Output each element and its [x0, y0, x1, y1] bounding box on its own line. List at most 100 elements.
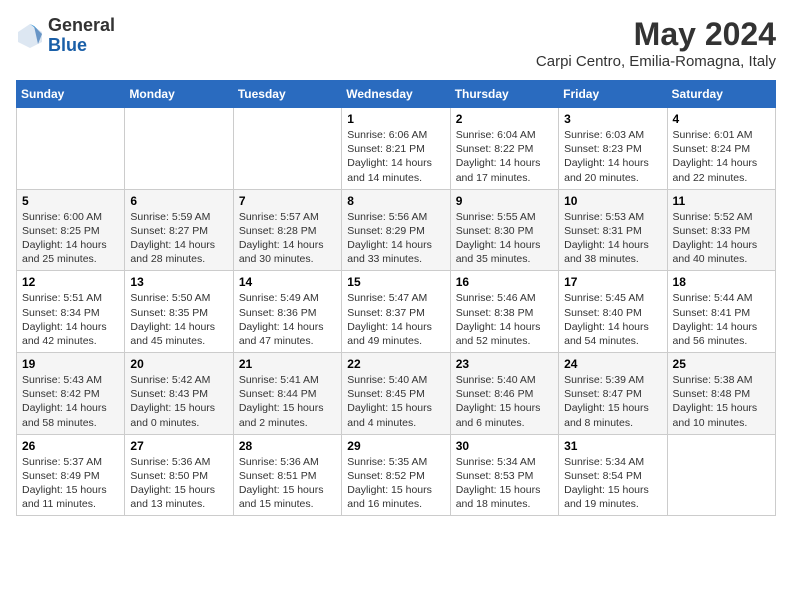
calendar-week-row: 1 Sunrise: 6:06 AMSunset: 8:21 PMDaylight…	[17, 108, 776, 190]
logo-icon	[16, 22, 44, 50]
day-number: 1	[347, 112, 444, 126]
day-number: 27	[130, 439, 227, 453]
calendar-cell: 31Sunrise: 5:34 AMSunset: 8:54 PMDayligh…	[559, 434, 667, 516]
day-number: 23	[456, 357, 553, 371]
calendar-cell: 3 Sunrise: 6:03 AMSunset: 8:23 PMDaylight…	[559, 108, 667, 190]
day-number: 4	[673, 112, 770, 126]
cell-content: Sunrise: 5:39 AMSunset: 8:47 PMDaylight:…	[564, 373, 661, 430]
calendar-cell: 27 Sunrise: 5:36 AMSunset: 8:50 PMDayligh…	[125, 434, 233, 516]
calendar-week-row: 26 Sunrise: 5:37 AMSunset: 8:49 PMDayligh…	[17, 434, 776, 516]
logo: General Blue	[16, 16, 115, 56]
cell-content: Sunrise: 5:51 AMSunset: 8:34 PMDaylight:…	[22, 291, 119, 348]
calendar-cell: 5Sunrise: 6:00 AMSunset: 8:25 PMDaylight…	[17, 189, 125, 271]
day-number: 12	[22, 275, 119, 289]
day-number: 24	[564, 357, 661, 371]
logo-general-text: General	[48, 16, 115, 36]
calendar-cell: 12 Sunrise: 5:51 AMSunset: 8:34 PMDayligh…	[17, 271, 125, 353]
day-number: 16	[456, 275, 553, 289]
calendar-cell: 11 Sunrise: 5:52 AMSunset: 8:33 PMDayligh…	[667, 189, 775, 271]
cell-content: Sunrise: 5:47 AMSunset: 8:37 PMDaylight:…	[347, 291, 444, 348]
cell-content: Sunrise: 5:40 AMSunset: 8:45 PMDaylight:…	[347, 373, 444, 430]
day-number: 25	[673, 357, 770, 371]
cell-content: Sunrise: 5:36 AMSunset: 8:51 PMDaylight:…	[239, 455, 336, 512]
calendar-week-row: 12 Sunrise: 5:51 AMSunset: 8:34 PMDayligh…	[17, 271, 776, 353]
day-number: 3	[564, 112, 661, 126]
day-number: 6	[130, 194, 227, 208]
cell-content: Sunrise: 5:38 AMSunset: 8:48 PMDaylight:…	[673, 373, 770, 430]
cell-content: Sunrise: 5:43 AMSunset: 8:42 PMDaylight:…	[22, 373, 119, 430]
day-number: 30	[456, 439, 553, 453]
cell-content: Sunrise: 6:06 AMSunset: 8:21 PMDaylight:…	[347, 128, 444, 185]
calendar-week-row: 5Sunrise: 6:00 AMSunset: 8:25 PMDaylight…	[17, 189, 776, 271]
cell-content: Sunrise: 5:52 AMSunset: 8:33 PMDaylight:…	[673, 210, 770, 267]
cell-content: Sunrise: 5:46 AMSunset: 8:38 PMDaylight:…	[456, 291, 553, 348]
weekday-header: Saturday	[667, 81, 775, 108]
calendar-header: SundayMondayTuesdayWednesdayThursdayFrid…	[17, 81, 776, 108]
cell-content: Sunrise: 5:56 AMSunset: 8:29 PMDaylight:…	[347, 210, 444, 267]
weekday-header: Monday	[125, 81, 233, 108]
calendar-cell: 6 Sunrise: 5:59 AMSunset: 8:27 PMDaylight…	[125, 189, 233, 271]
calendar-cell: 17 Sunrise: 5:45 AMSunset: 8:40 PMDayligh…	[559, 271, 667, 353]
calendar-cell: 25 Sunrise: 5:38 AMSunset: 8:48 PMDayligh…	[667, 353, 775, 435]
cell-content: Sunrise: 5:53 AMSunset: 8:31 PMDaylight:…	[564, 210, 661, 267]
calendar-cell: 29 Sunrise: 5:35 AMSunset: 8:52 PMDayligh…	[342, 434, 450, 516]
cell-content: Sunrise: 6:00 AMSunset: 8:25 PMDaylight:…	[22, 210, 119, 267]
day-number: 21	[239, 357, 336, 371]
cell-content: Sunrise: 5:37 AMSunset: 8:49 PMDaylight:…	[22, 455, 119, 512]
cell-content: Sunrise: 5:45 AMSunset: 8:40 PMDaylight:…	[564, 291, 661, 348]
weekday-header: Sunday	[17, 81, 125, 108]
cell-content: Sunrise: 5:34 AMSunset: 8:54 PMDaylight:…	[564, 455, 661, 512]
cell-content: Sunrise: 5:55 AMSunset: 8:30 PMDaylight:…	[456, 210, 553, 267]
calendar-cell	[667, 434, 775, 516]
day-number: 10	[564, 194, 661, 208]
day-number: 8	[347, 194, 444, 208]
day-number: 26	[22, 439, 119, 453]
calendar-cell: 7 Sunrise: 5:57 AMSunset: 8:28 PMDaylight…	[233, 189, 341, 271]
calendar-week-row: 19Sunrise: 5:43 AMSunset: 8:42 PMDayligh…	[17, 353, 776, 435]
cell-content: Sunrise: 6:04 AMSunset: 8:22 PMDaylight:…	[456, 128, 553, 185]
calendar-cell: 23Sunrise: 5:40 AMSunset: 8:46 PMDayligh…	[450, 353, 558, 435]
calendar-cell: 20 Sunrise: 5:42 AMSunset: 8:43 PMDayligh…	[125, 353, 233, 435]
day-number: 29	[347, 439, 444, 453]
calendar-cell: 30 Sunrise: 5:34 AMSunset: 8:53 PMDayligh…	[450, 434, 558, 516]
calendar-cell: 15 Sunrise: 5:47 AMSunset: 8:37 PMDayligh…	[342, 271, 450, 353]
calendar-cell: 22 Sunrise: 5:40 AMSunset: 8:45 PMDayligh…	[342, 353, 450, 435]
day-number: 14	[239, 275, 336, 289]
calendar-cell	[125, 108, 233, 190]
cell-content: Sunrise: 5:49 AMSunset: 8:36 PMDaylight:…	[239, 291, 336, 348]
calendar-cell: 14 Sunrise: 5:49 AMSunset: 8:36 PMDayligh…	[233, 271, 341, 353]
day-number: 13	[130, 275, 227, 289]
cell-content: Sunrise: 5:42 AMSunset: 8:43 PMDaylight:…	[130, 373, 227, 430]
day-number: 17	[564, 275, 661, 289]
cell-content: Sunrise: 6:01 AMSunset: 8:24 PMDaylight:…	[673, 128, 770, 185]
weekday-header: Wednesday	[342, 81, 450, 108]
calendar-cell: 24 Sunrise: 5:39 AMSunset: 8:47 PMDayligh…	[559, 353, 667, 435]
calendar-cell: 9Sunrise: 5:55 AMSunset: 8:30 PMDaylight…	[450, 189, 558, 271]
calendar-cell	[17, 108, 125, 190]
cell-content: Sunrise: 5:35 AMSunset: 8:52 PMDaylight:…	[347, 455, 444, 512]
cell-content: Sunrise: 5:34 AMSunset: 8:53 PMDaylight:…	[456, 455, 553, 512]
page-header: General Blue May 2024 Carpi Centro, Emil…	[16, 16, 776, 70]
cell-content: Sunrise: 5:59 AMSunset: 8:27 PMDaylight:…	[130, 210, 227, 267]
calendar-cell: 4 Sunrise: 6:01 AMSunset: 8:24 PMDaylight…	[667, 108, 775, 190]
day-number: 11	[673, 194, 770, 208]
weekday-header: Tuesday	[233, 81, 341, 108]
day-number: 20	[130, 357, 227, 371]
logo-text: General Blue	[48, 16, 115, 56]
calendar-cell: 18Sunrise: 5:44 AMSunset: 8:41 PMDayligh…	[667, 271, 775, 353]
cell-content: Sunrise: 5:57 AMSunset: 8:28 PMDaylight:…	[239, 210, 336, 267]
cell-content: Sunrise: 5:44 AMSunset: 8:41 PMDaylight:…	[673, 291, 770, 348]
cell-content: Sunrise: 6:03 AMSunset: 8:23 PMDaylight:…	[564, 128, 661, 185]
cell-content: Sunrise: 5:41 AMSunset: 8:44 PMDaylight:…	[239, 373, 336, 430]
cell-content: Sunrise: 5:36 AMSunset: 8:50 PMDaylight:…	[130, 455, 227, 512]
calendar-cell: 13Sunrise: 5:50 AMSunset: 8:35 PMDayligh…	[125, 271, 233, 353]
day-number: 15	[347, 275, 444, 289]
calendar-cell: 16 Sunrise: 5:46 AMSunset: 8:38 PMDayligh…	[450, 271, 558, 353]
title-area: May 2024 Carpi Centro, Emilia-Romagna, I…	[536, 16, 776, 70]
calendar-cell: 8 Sunrise: 5:56 AMSunset: 8:29 PMDaylight…	[342, 189, 450, 271]
day-number: 7	[239, 194, 336, 208]
calendar-cell: 26 Sunrise: 5:37 AMSunset: 8:49 PMDayligh…	[17, 434, 125, 516]
day-number: 22	[347, 357, 444, 371]
month-title: May 2024	[536, 16, 776, 53]
calendar-table: SundayMondayTuesdayWednesdayThursdayFrid…	[16, 80, 776, 516]
